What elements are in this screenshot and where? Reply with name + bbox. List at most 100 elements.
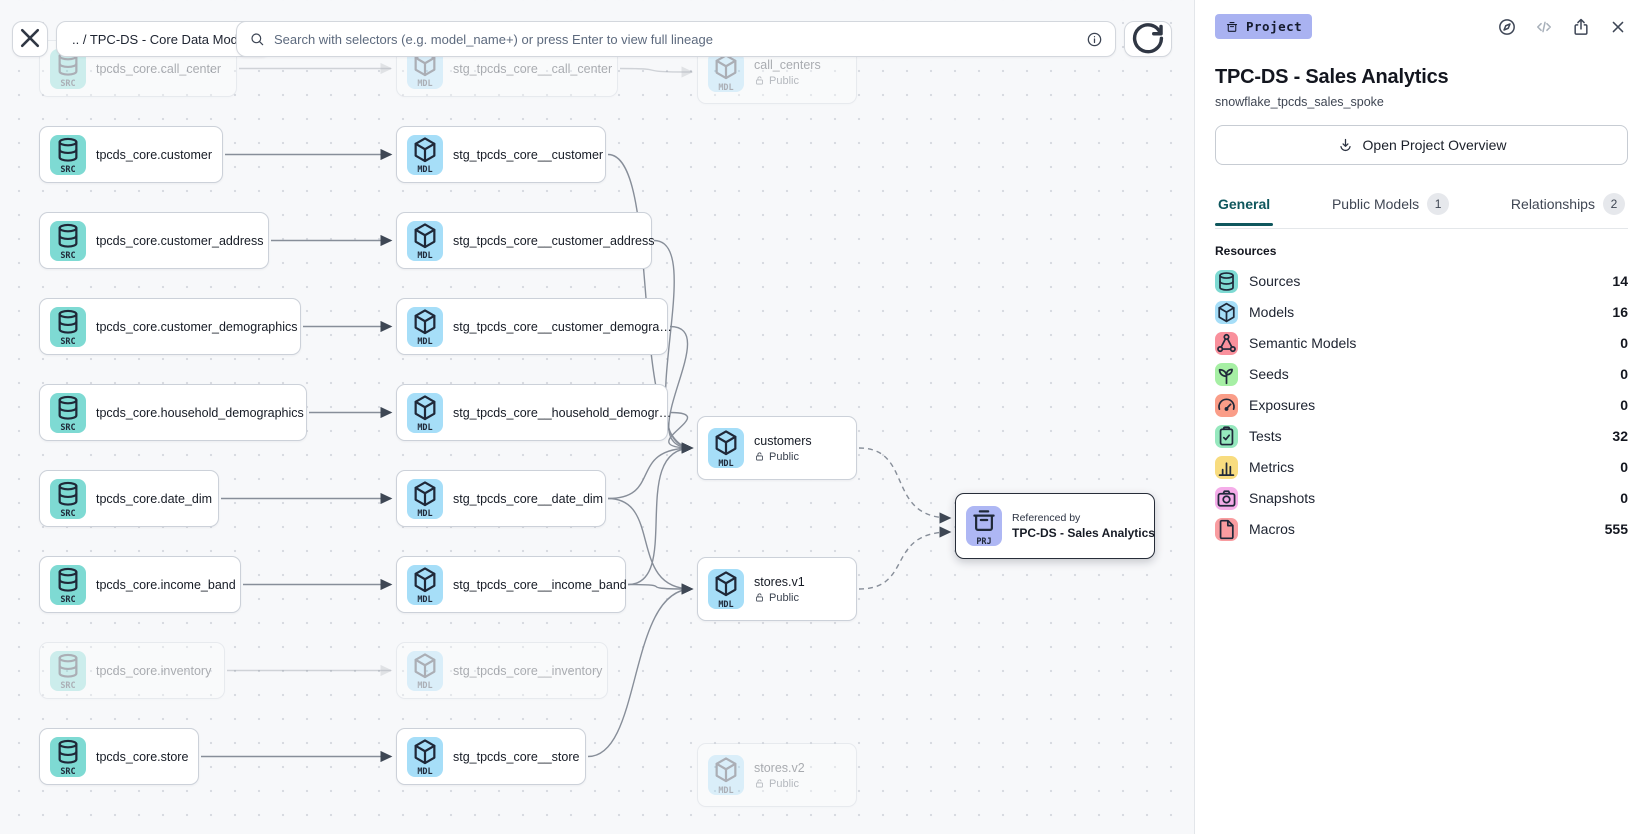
bars-icon — [1215, 456, 1238, 479]
node-label: tpcds_core.customer_demographics — [96, 320, 290, 334]
node-label: stores.v1 — [754, 575, 805, 589]
refresh-button[interactable] — [1124, 21, 1172, 57]
node-label: stg_tpcds_core__store — [453, 750, 575, 764]
database-icon: SRC — [50, 737, 86, 777]
resource-row-models[interactable]: Models 16 — [1215, 301, 1628, 323]
node-label: tpcds_core.inventory — [96, 664, 211, 678]
database-icon: SRC — [50, 565, 86, 605]
node-mdl-customer-demographics[interactable]: MDLstg_tpcds_core__customer_demogra… — [396, 298, 668, 355]
node-prj[interactable]: PRJ Referenced by TPC-DS - Sales Analytics — [955, 493, 1155, 559]
resource-label: Snapshots — [1249, 490, 1315, 506]
tab-count-badge: 1 — [1427, 193, 1449, 215]
resource-row-seeds[interactable]: Seeds 0 — [1215, 363, 1628, 385]
close-panel-button[interactable] — [1608, 17, 1628, 37]
resource-label: Exposures — [1249, 397, 1315, 413]
resource-row-semantic-models[interactable]: Semantic Models0 — [1215, 332, 1628, 354]
cube-icon: MDL — [708, 569, 744, 609]
resource-label: Metrics — [1249, 459, 1294, 475]
node-label: stg_tpcds_core__customer_address — [453, 234, 641, 248]
resource-row-macros[interactable]: Macros555 — [1215, 518, 1628, 540]
resource-row-exposures[interactable]: Exposures0 — [1215, 394, 1628, 416]
close-lineage-button[interactable] — [12, 21, 48, 57]
resource-row-tests[interactable]: Tests32 — [1215, 425, 1628, 447]
resource-count: 14 — [1612, 273, 1628, 289]
resource-label: Seeds — [1249, 366, 1289, 382]
cube-icon: MDL — [708, 52, 744, 92]
node-label: stg_tpcds_core__household_demogr… — [453, 406, 657, 420]
cube-icon: MDL — [407, 135, 443, 175]
resource-row-sources[interactable]: Sources14 — [1215, 270, 1628, 292]
resource-label: Models — [1249, 304, 1294, 320]
node-src-store[interactable]: SRCtpcds_core.store — [39, 728, 199, 785]
open-project-overview-button[interactable]: Open Project Overview — [1215, 125, 1628, 165]
cube-icon: MDL — [708, 755, 744, 795]
tab-label: General — [1218, 196, 1270, 212]
resource-label: Macros — [1249, 521, 1295, 537]
share-icon — [1571, 17, 1591, 37]
node-src-date-dim[interactable]: SRCtpcds_core.date_dim — [39, 470, 219, 527]
resources-header: Resources — [1215, 244, 1628, 258]
close-icon — [13, 21, 47, 58]
node-mdl-date-dim[interactable]: MDLstg_tpcds_core__date_dim — [396, 470, 606, 527]
graph-icon — [1215, 332, 1238, 355]
database-icon: SRC — [50, 307, 86, 347]
explore-lineage-button[interactable] — [1497, 17, 1517, 37]
node-mdl-household-demographics[interactable]: MDL stg_tpcds_core__household_demogr… — [396, 384, 668, 441]
node-pub-customers[interactable]: MDLcustomersPublic — [697, 416, 857, 480]
node-pub-stores-v1[interactable]: MDLstores.v1Public — [697, 557, 857, 621]
node-src-household-demographics[interactable]: SRCtpcds_core.household_demographics — [39, 384, 307, 441]
resource-count: 0 — [1620, 459, 1628, 475]
node-label: tpcds_core.household_demographics — [96, 406, 296, 420]
node-mdl-inventory[interactable]: MDLstg_tpcds_core__inventory — [396, 642, 608, 699]
view-code-button[interactable] — [1534, 17, 1554, 37]
node-pub-stores-v2[interactable]: MDL stores.v2 Public — [697, 743, 857, 807]
camera-icon — [1215, 487, 1238, 510]
node-label: stg_tpcds_core__customer_demogra… — [453, 320, 657, 334]
gauge-icon — [1215, 394, 1238, 417]
database-icon — [1215, 270, 1238, 293]
resource-count: 0 — [1620, 366, 1628, 382]
info-icon[interactable] — [1086, 31, 1103, 48]
project-icon — [1225, 20, 1239, 34]
node-mdl-customer-address[interactable]: MDLstg_tpcds_core__customer_address — [396, 212, 652, 269]
tab-general[interactable]: General — [1215, 186, 1273, 225]
panel-tabs: General Public Models 1 Relationships2 — [1215, 183, 1628, 229]
resources-list: Sources14 Models 16 Semantic Models0 Seeds 0 E… — [1215, 270, 1628, 540]
share-button[interactable] — [1571, 17, 1591, 37]
database-icon: SRC — [50, 135, 86, 175]
node-src-customer-demographics[interactable]: SRC tpcds_core.customer_demographics — [39, 298, 301, 355]
resource-count: 16 — [1612, 304, 1628, 320]
node-label: stores.v2 — [754, 761, 805, 775]
tab-label: Public Models — [1332, 196, 1419, 212]
project-icon: PRJ — [966, 506, 1002, 546]
refresh-icon — [1125, 15, 1171, 64]
resource-row-metrics[interactable]: Metrics 0 — [1215, 456, 1628, 478]
node-mdl-customer[interactable]: MDLstg_tpcds_core__customer — [396, 126, 606, 183]
cube-icon: MDL — [407, 651, 443, 691]
lineage-canvas[interactable]: SRCtpcds_core.call_centerSRCtpcds_core.c… — [0, 0, 1194, 834]
code-icon — [1534, 17, 1554, 37]
tab-relationships[interactable]: Relationships2 — [1508, 183, 1628, 228]
node-visibility: Public — [754, 778, 805, 790]
search-bar[interactable] — [236, 21, 1116, 57]
node-label: tpcds_core.call_center — [96, 62, 221, 76]
node-mdl-income-band[interactable]: MDLstg_tpcds_core__income_band — [396, 556, 626, 613]
resource-label: Tests — [1249, 428, 1282, 444]
search-input[interactable] — [274, 32, 1077, 47]
node-label: stg_tpcds_core__call_center — [453, 62, 607, 76]
tab-public-models[interactable]: Public Models 1 — [1329, 183, 1452, 228]
node-src-customer-address[interactable]: SRCtpcds_core.customer_address — [39, 212, 269, 269]
resource-row-snapshots[interactable]: Snapshots 0 — [1215, 487, 1628, 509]
resource-count: 0 — [1620, 490, 1628, 506]
node-mdl-store[interactable]: MDLstg_tpcds_core__store — [396, 728, 586, 785]
node-kicker: Referenced by — [1012, 512, 1144, 524]
resource-count: 0 — [1620, 335, 1628, 351]
details-panel: Project TPC-DS - Sales Analytics snowfla… — [1194, 0, 1648, 834]
cube-icon: MDL — [407, 393, 443, 433]
node-src-income-band[interactable]: SRCtpcds_core.income_band — [39, 556, 241, 613]
node-src-inventory[interactable]: SRCtpcds_core.inventory — [39, 642, 225, 699]
database-icon: SRC — [50, 221, 86, 261]
node-label: TPC-DS - Sales Analytics — [1012, 526, 1144, 540]
clipboard-icon — [1215, 425, 1238, 448]
node-src-customer[interactable]: SRCtpcds_core.customer — [39, 126, 223, 183]
